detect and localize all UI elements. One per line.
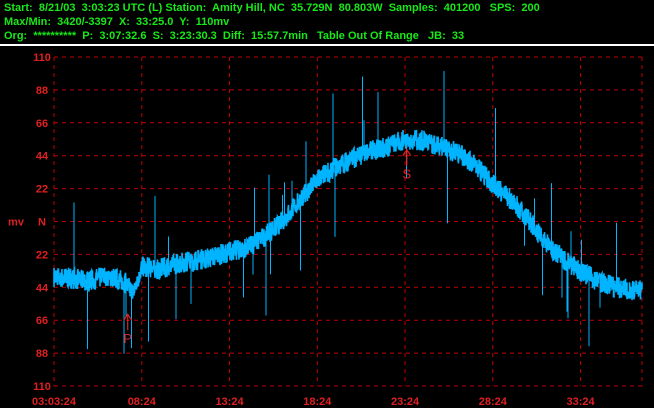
x-tick-label: 03:03:24 xyxy=(32,396,77,408)
y-tick-label: 88 xyxy=(36,348,48,360)
y-tick-label: 110 xyxy=(33,381,51,393)
header-line-maxmin: Max/Min: 3420/-3397 X: 33:25.0 Y: 110mv xyxy=(4,16,230,28)
x-tick-label: 33:24 xyxy=(566,396,595,408)
x-tick-label: 08:24 xyxy=(128,396,157,408)
station-header: Start: 8/21/03 3:03:23 UTC (L) Station: … xyxy=(0,0,654,45)
y-tick-label: N xyxy=(38,217,46,229)
y-tick-label: 22 xyxy=(36,184,48,196)
seismogram-plot: 110 88 66 44 22 N 22 44 66 88 110 03:03:24 08:24 13:2… xyxy=(8,52,643,408)
header-line-origin: Org: ********** P: 3:07:32.6 S: 3:23:30.… xyxy=(4,30,465,42)
y-tick-label: 66 xyxy=(36,315,48,327)
y-tick-label: 44 xyxy=(36,282,49,294)
x-tick-label: 28:24 xyxy=(479,396,508,408)
x-tick-label: 23:24 xyxy=(391,396,420,408)
header-line-start: Start: 8/21/03 3:03:23 UTC (L) Station: … xyxy=(4,2,540,14)
arrival-label: S xyxy=(402,167,411,182)
x-tick-label: 18:24 xyxy=(303,396,332,408)
y-tick-label: 88 xyxy=(36,85,48,97)
y-tick-label: 66 xyxy=(36,118,48,130)
x-tick-label: 13:24 xyxy=(215,396,244,408)
y-axis-label: mv xyxy=(8,217,25,229)
y-tick-label: 44 xyxy=(36,151,49,163)
trace-spikes xyxy=(73,71,617,354)
y-tick-label: 110 xyxy=(33,52,51,64)
arrival-label: P xyxy=(123,331,132,346)
y-tick-label: 22 xyxy=(36,249,48,261)
